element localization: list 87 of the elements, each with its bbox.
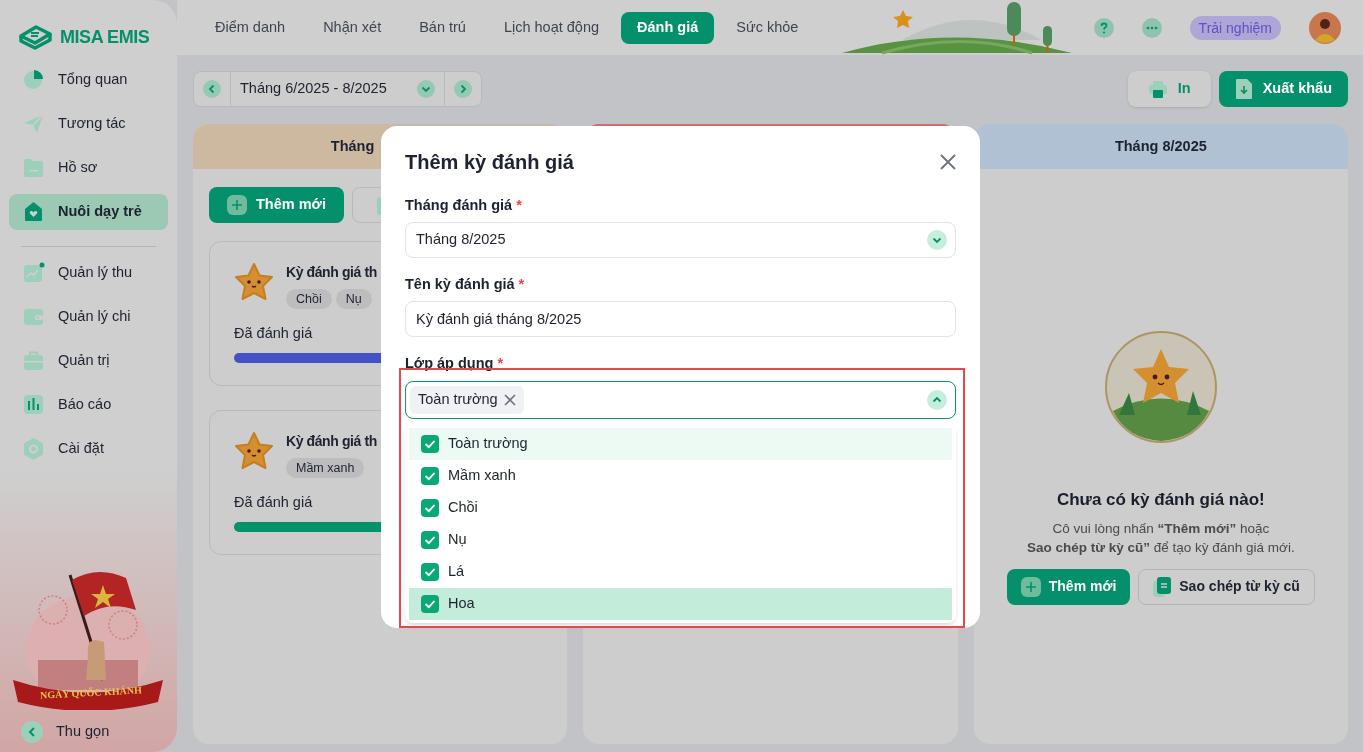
top-tab[interactable]: Đánh giá xyxy=(621,11,715,44)
logo-icon xyxy=(18,24,52,50)
checkbox[interactable] xyxy=(421,595,439,613)
chart-card-icon xyxy=(22,261,45,285)
status-label: Đã đánh giá xyxy=(234,324,313,343)
option-label: Hoa xyxy=(448,594,475,614)
document-icon xyxy=(1153,576,1172,597)
field-label: Tháng đánh giá xyxy=(405,196,513,214)
bar-chart-icon xyxy=(22,393,45,417)
chevron-left-icon xyxy=(21,721,43,743)
briefcase-icon xyxy=(22,349,45,373)
select-value: Tháng 8/2025 xyxy=(416,230,506,250)
remove-icon xyxy=(503,394,516,406)
sidebar-item[interactable]: Quản lý chi xyxy=(9,299,168,335)
settings-icon xyxy=(22,437,45,461)
add-button[interactable]: Thêm mới xyxy=(1006,568,1131,605)
pie-chart-icon xyxy=(22,68,45,92)
file-download-icon xyxy=(1234,78,1253,100)
sidebar-item[interactable]: Báo cáo xyxy=(9,387,168,423)
house-heart-icon xyxy=(22,200,45,224)
top-tab[interactable]: Điểm danh xyxy=(199,11,302,44)
period-picker[interactable]: Tháng 6/2025 - 8/2025 xyxy=(193,71,482,107)
sidebar-item[interactable]: Tổng quan xyxy=(9,62,168,98)
option-label: Lá xyxy=(448,562,465,582)
chevron-right-icon xyxy=(453,80,472,98)
printer-icon xyxy=(1147,79,1168,99)
avatar xyxy=(1309,11,1341,44)
sidebar-item[interactable]: Tương tác xyxy=(9,106,168,142)
required-mark: * xyxy=(516,196,522,214)
top-tab[interactable]: Bán trú xyxy=(403,11,482,44)
close-icon xyxy=(940,154,956,170)
chevron-up-icon xyxy=(927,390,947,410)
card-title: Kỳ đánh giá th xyxy=(286,263,377,282)
option-label: Chồi xyxy=(448,498,478,518)
field-label: Lớp áp dụng xyxy=(405,354,494,372)
sidebar-item[interactable]: Cài đặt xyxy=(9,431,168,467)
option-label: Nụ xyxy=(448,530,467,550)
checkbox[interactable] xyxy=(421,467,439,485)
checkbox[interactable] xyxy=(421,435,439,453)
dropdown-option[interactable]: Hoa xyxy=(409,588,952,620)
column-title: Tháng xyxy=(330,136,375,156)
checkbox[interactable] xyxy=(421,563,439,581)
top-tab[interactable]: Sức khỏe xyxy=(720,11,815,44)
period-text: Tháng 6/2025 - 8/2025 xyxy=(239,79,388,99)
dialog-title: Thêm kỳ đánh giá xyxy=(405,150,574,175)
column-title: Tháng 8/2025 xyxy=(1114,136,1207,156)
sidebar-item[interactable]: Nuôi dạy trẻ xyxy=(9,194,168,230)
folder-icon xyxy=(22,156,45,180)
chevron-down-icon xyxy=(416,80,435,98)
help-icon xyxy=(1093,17,1114,38)
star-mascot-icon xyxy=(234,262,274,302)
required-mark: * xyxy=(497,354,504,372)
top-tab[interactable]: Nhận xét xyxy=(307,11,398,44)
card-title: Kỳ đánh giá th xyxy=(286,431,377,451)
empty-state-message: Cô vui lòng nhấn “Thêm mới” hoặc Sao chép từ kỳ cũ” để tạo kỳ đánh giá mới. xyxy=(1026,519,1295,557)
copy-button[interactable]: Sao chép từ kỳ cũ xyxy=(1138,568,1315,605)
sidebar-item[interactable]: Hồ sơ xyxy=(9,150,168,186)
option-label: Toàn trường xyxy=(448,434,528,454)
checkbox[interactable] xyxy=(421,499,439,517)
required-mark: * xyxy=(518,275,525,293)
chevron-left-icon xyxy=(203,80,221,98)
add-button[interactable]: Thêm mới xyxy=(209,187,344,223)
class-tag: Mầm xanh xyxy=(286,457,365,478)
status-label: Đã đánh giá xyxy=(234,492,313,512)
dropdown-option[interactable]: Toàn trường xyxy=(409,428,952,460)
plus-icon xyxy=(227,195,247,215)
top-tab[interactable]: Lịch hoạt động xyxy=(487,11,616,44)
sidebar-item[interactable]: Quản trị xyxy=(9,343,168,379)
field-label: Tên kỳ đánh giá xyxy=(405,275,515,293)
plus-icon xyxy=(1020,576,1041,597)
empty-state-title: Chưa có kỳ đánh giá nào! xyxy=(1056,489,1265,511)
checkbox[interactable] xyxy=(421,531,439,549)
class-tag: Nụ xyxy=(335,289,372,309)
brand-name: MISA EMIS xyxy=(60,26,150,49)
more-icon xyxy=(1141,17,1162,38)
option-label: Mầm xanh xyxy=(448,466,516,486)
collapse-button[interactable]: Thu gọn xyxy=(21,718,110,746)
ribbon-text: NGÀY QUỐC KHÁNH xyxy=(39,683,143,703)
class-tag: Chồi xyxy=(286,289,332,309)
chevron-down-icon xyxy=(927,230,947,250)
sidebar-item[interactable]: Quản lý thu xyxy=(9,255,168,291)
name-input[interactable]: Kỳ đánh giá tháng 8/2025 xyxy=(405,301,956,337)
star-mascot-icon xyxy=(234,430,274,471)
export-button[interactable]: Xuất khẩu xyxy=(1218,71,1348,107)
class-multiselect[interactable]: Toàn trường xyxy=(405,381,956,419)
selected-chip[interactable]: Toàn trường xyxy=(410,386,524,414)
month-select[interactable]: Tháng 8/2025 xyxy=(405,222,956,258)
